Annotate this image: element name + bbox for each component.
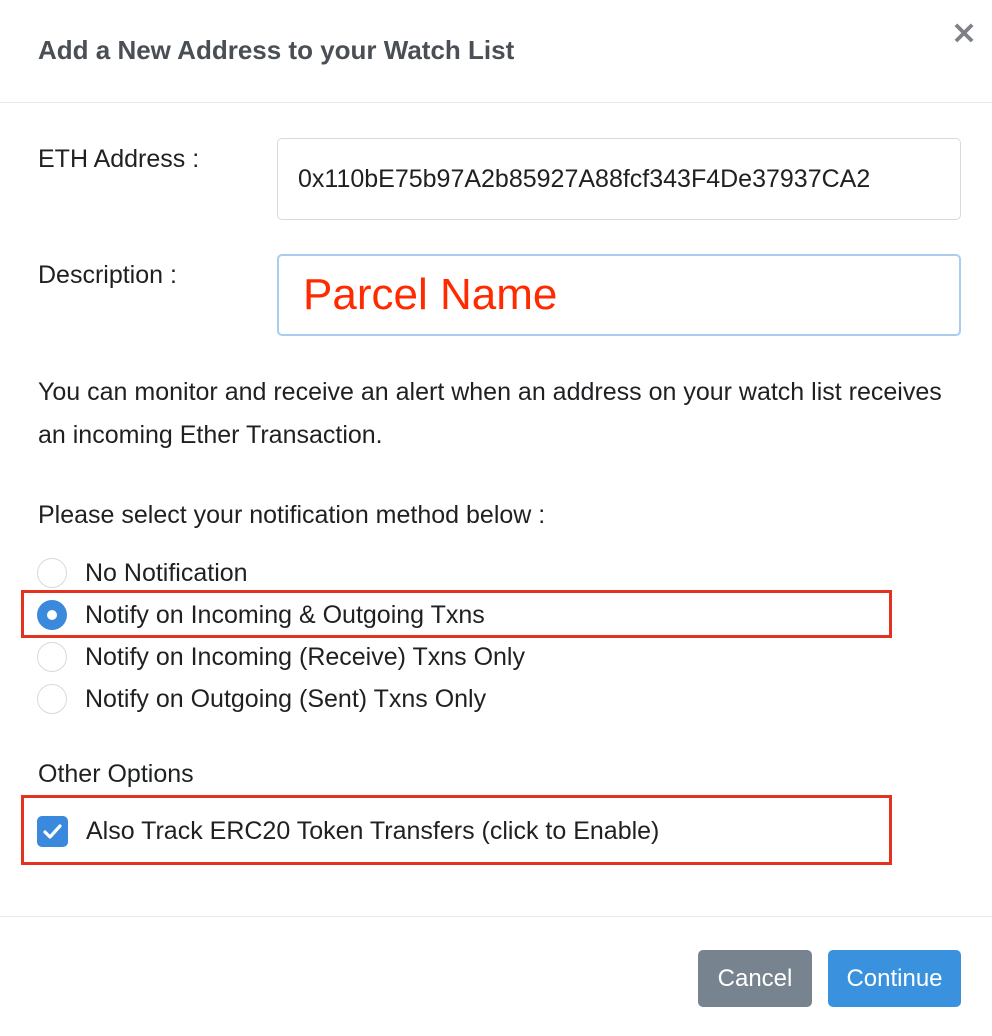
radio-checked-icon[interactable]: [37, 600, 67, 630]
description-label: Description :: [38, 261, 177, 289]
radio-label: Notify on Incoming (Receive) Txns Only: [85, 643, 525, 671]
add-address-modal: Add a New Address to your Watch List × E…: [0, 0, 992, 1036]
cancel-button[interactable]: Cancel: [698, 950, 812, 1007]
radio-unchecked-icon[interactable]: [37, 642, 67, 672]
modal-title: Add a New Address to your Watch List: [38, 35, 515, 65]
eth-address-label: ETH Address :: [38, 145, 200, 173]
other-options-heading: Other Options: [38, 760, 194, 788]
erc20-tracking-checkbox-row[interactable]: Also Track ERC20 Token Transfers (click …: [37, 814, 659, 848]
radio-label: Notify on Outgoing (Sent) Txns Only: [85, 685, 487, 713]
radio-label: Notify on Incoming & Outgoing Txns: [85, 601, 485, 629]
notification-prompt: Please select your notification method b…: [38, 501, 546, 529]
radio-outgoing-only[interactable]: Notify on Outgoing (Sent) Txns Only: [37, 682, 486, 716]
continue-button[interactable]: Continue: [828, 950, 961, 1007]
erc20-tracking-label: Also Track ERC20 Token Transfers (click …: [86, 817, 660, 845]
footer-divider: [0, 916, 992, 917]
radio-incoming-outgoing[interactable]: Notify on Incoming & Outgoing Txns: [37, 598, 485, 632]
radio-unchecked-icon[interactable]: [37, 684, 67, 714]
modal-header: Add a New Address to your Watch List ×: [0, 0, 992, 103]
radio-unchecked-icon[interactable]: [37, 558, 67, 588]
radio-incoming-only[interactable]: Notify on Incoming (Receive) Txns Only: [37, 640, 525, 674]
close-icon[interactable]: ×: [950, 16, 978, 48]
watch-list-info-text: You can monitor and receive an alert whe…: [38, 378, 942, 449]
eth-address-input[interactable]: [277, 138, 961, 220]
description-input[interactable]: [277, 254, 961, 336]
radio-no-notification[interactable]: No Notification: [37, 556, 248, 590]
checkbox-checked-icon[interactable]: [37, 815, 68, 847]
radio-label: No Notification: [85, 559, 248, 587]
